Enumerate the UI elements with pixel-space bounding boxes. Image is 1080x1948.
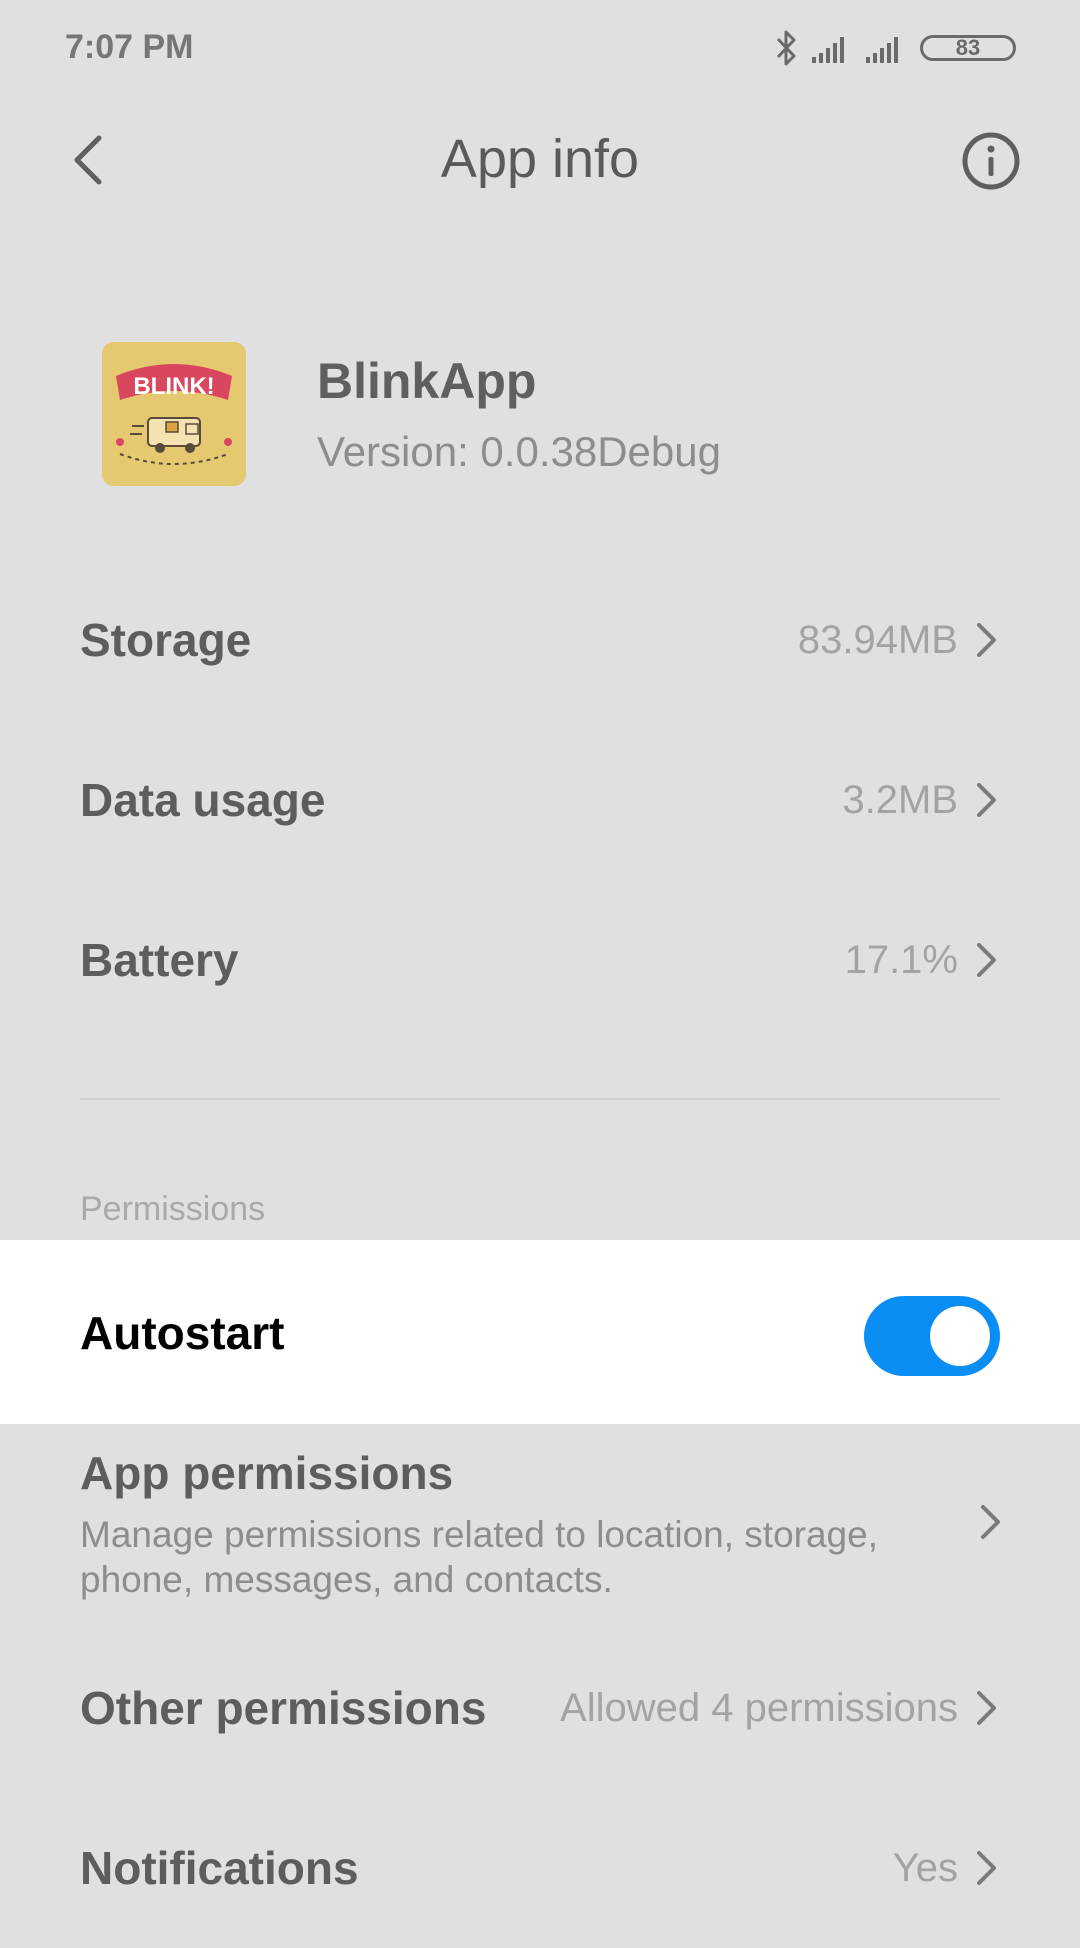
app-permissions-description: Manage permissions related to location, … [80, 1514, 878, 1600]
chevron-right-icon[interactable] [978, 1502, 1004, 1542]
notifications-label: Notifications [80, 1842, 359, 1894]
signal-icon [866, 37, 898, 63]
page-title: App info [440, 129, 640, 189]
notifications-value: Yes [892, 1845, 958, 1890]
data-usage-row[interactable]: Data usage 3.2MB [80, 772, 1000, 828]
toggle-knob [930, 1306, 990, 1366]
app-icon: BLINK! [102, 342, 246, 486]
other-permissions-row[interactable]: Other permissions Allowed 4 permissions [80, 1680, 1000, 1736]
autostart-label: Autostart [80, 1307, 285, 1359]
app-permissions-label[interactable]: App permissions [80, 1446, 453, 1500]
other-permissions-value: Allowed 4 permissions [560, 1685, 958, 1730]
app-icon-text: BLINK! [133, 373, 214, 400]
battery-row[interactable]: Battery 17.1% [80, 932, 1000, 988]
battery-value: 17.1% [844, 937, 958, 982]
storage-label: Storage [80, 614, 252, 666]
bluetooth-icon [776, 30, 796, 66]
battery-indicator: 83 [920, 35, 1016, 61]
battery-label: Battery [80, 934, 239, 986]
chevron-right-icon [977, 1691, 996, 1725]
status-icons: 83 [774, 26, 1016, 70]
chevron-right-icon [977, 1851, 996, 1885]
info-icon [962, 132, 1020, 190]
signal-icon [812, 37, 844, 63]
autostart-toggle[interactable] [864, 1296, 1000, 1376]
permissions-section-label: Permissions [80, 1190, 266, 1228]
app-version: Version: 0.0.38Debug [317, 428, 721, 475]
chevron-right-icon [977, 783, 996, 817]
storage-row[interactable]: Storage 83.94MB [80, 612, 1000, 668]
chevron-right-icon [977, 623, 996, 657]
chevron-right-icon [977, 943, 996, 977]
other-permissions-label: Other permissions [80, 1682, 487, 1734]
status-time: 7:07 PM [65, 28, 194, 66]
data-usage-label: Data usage [80, 774, 326, 826]
storage-value: 83.94MB [797, 617, 958, 662]
notifications-row[interactable]: Notifications Yes [80, 1840, 1000, 1896]
data-usage-value: 3.2MB [842, 777, 958, 822]
info-button[interactable] [960, 130, 1022, 192]
app-name: BlinkApp [317, 353, 537, 409]
divider [80, 1098, 1000, 1100]
